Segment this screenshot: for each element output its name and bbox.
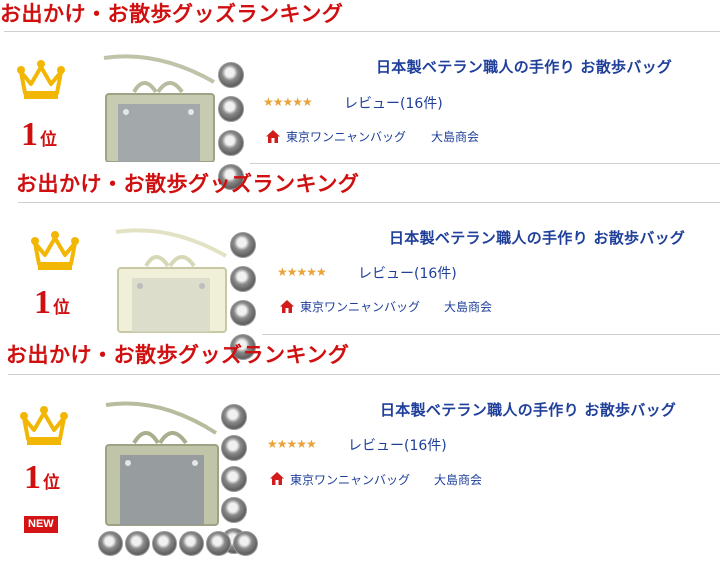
thumbnail[interactable]	[221, 497, 247, 523]
rank-label: 1位	[34, 284, 70, 322]
thumbnail[interactable]	[179, 531, 204, 556]
thumbnail[interactable]	[218, 130, 244, 156]
thumbnail[interactable]	[233, 531, 258, 556]
product-image[interactable]	[96, 52, 221, 162]
divider	[18, 202, 720, 203]
review-link[interactable]: レビュー(16件)	[348, 435, 447, 455]
product-name-link[interactable]: 日本製ベテラン職人の手作り お散歩バッグ	[380, 399, 676, 420]
section-title: お出かけ・お散歩グッズランキング	[16, 172, 360, 196]
thumbnail[interactable]	[125, 531, 150, 556]
divider	[4, 31, 720, 32]
rank-label: 1位	[24, 459, 60, 497]
rank-suffix: 位	[43, 473, 60, 492]
star-rating-icon: ★★★★★	[277, 265, 327, 279]
rank-number: 1	[24, 459, 41, 496]
ranking-section-1: お出かけ・お散歩グッズランキング 1位 日本製ベテラン職人の手作り お散歩バッグ…	[0, 0, 720, 190]
rank-number: 1	[34, 284, 51, 321]
ranking-section-2: お出かけ・お散歩グッズランキング 1位 日本製ベテラン職人の手作り お散歩バッグ…	[0, 170, 720, 360]
home-icon	[270, 472, 284, 485]
divider	[262, 334, 720, 335]
shop-name-link[interactable]: 東京ワンニャンバッグ	[290, 471, 410, 488]
thumbnail[interactable]	[218, 96, 244, 122]
product-name-link[interactable]: 日本製ベテラン職人の手作り お散歩バッグ	[389, 227, 685, 248]
crown-icon	[31, 231, 79, 270]
thumbnail[interactable]	[152, 531, 177, 556]
company-name: 大島商会	[444, 300, 493, 314]
shop-name-link[interactable]: 東京ワンニャンバッグ	[286, 128, 406, 145]
review-link[interactable]: レビュー(16件)	[358, 263, 457, 283]
rank-suffix: 位	[53, 298, 70, 317]
product-image[interactable]	[98, 399, 223, 527]
thumbnail[interactable]	[221, 435, 247, 461]
crown-icon	[17, 60, 65, 99]
home-icon	[266, 130, 280, 143]
thumbnail[interactable]	[98, 531, 123, 556]
ranking-section-3: お出かけ・お散歩グッズランキング 1位 NEW 日本製ベテラン職人の手作り お散…	[0, 341, 720, 568]
divider	[250, 163, 720, 164]
rank-suffix: 位	[40, 130, 57, 149]
thumbnail[interactable]	[218, 62, 244, 88]
product-name-link[interactable]: 日本製ベテラン職人の手作り お散歩バッグ	[376, 56, 672, 77]
crown-icon	[20, 406, 68, 445]
thumbnail[interactable]	[230, 232, 256, 258]
bottom-thumbnails	[98, 531, 258, 556]
rank-label: 1位	[21, 116, 57, 154]
company-name: 大島商会	[434, 473, 483, 487]
company-name: 大島商会	[431, 130, 480, 144]
section-title: お出かけ・お散歩グッズランキング	[0, 2, 344, 26]
thumbnail[interactable]	[230, 266, 256, 292]
shop-name-link[interactable]: 東京ワンニャンバッグ	[300, 298, 420, 315]
divider	[8, 374, 720, 375]
thumbnail[interactable]	[206, 531, 231, 556]
star-rating-icon: ★★★★★	[267, 437, 317, 451]
thumbnail[interactable]	[221, 466, 247, 492]
product-image[interactable]	[108, 226, 233, 336]
section-title: お出かけ・お散歩グッズランキング	[6, 343, 350, 367]
thumbnail[interactable]	[230, 300, 256, 326]
star-rating-icon: ★★★★★	[263, 95, 313, 109]
new-badge: NEW	[24, 516, 58, 533]
review-link[interactable]: レビュー(16件)	[344, 93, 443, 113]
thumbnail[interactable]	[221, 404, 247, 430]
home-icon	[280, 300, 294, 313]
rank-number: 1	[21, 116, 38, 153]
